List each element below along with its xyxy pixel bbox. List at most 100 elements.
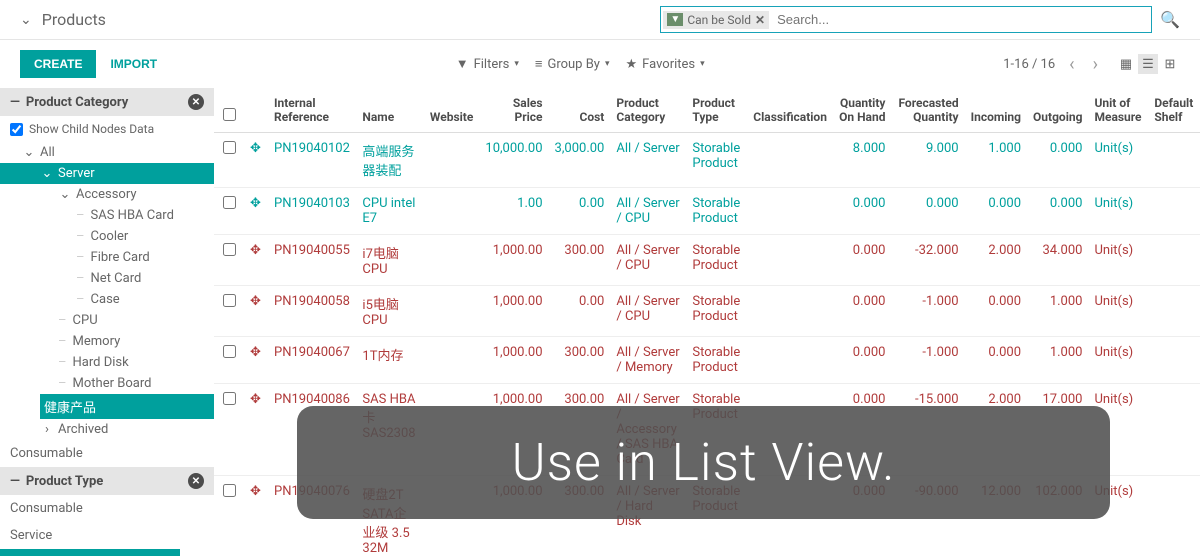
table-row[interactable]: ✥ PN19040058 i5电脑CPU 1,000.00 0.00 All /… — [214, 286, 1200, 337]
cell-category[interactable]: All / Server / CPU — [610, 286, 686, 337]
tree-cpu[interactable]: –CPU — [0, 310, 214, 331]
facet-category-header[interactable]: —Product Category ✕ — [0, 88, 214, 116]
cell-name[interactable]: CPU intel E7 — [356, 188, 423, 235]
table-row[interactable]: ✥ PN19040055 i7电脑CPU 1,000.00 300.00 All… — [214, 235, 1200, 286]
cell-name[interactable]: 1T内存 — [356, 337, 423, 384]
table-row[interactable]: ✥ PN19040067 1T内存 1,000.00 300.00 All / … — [214, 337, 1200, 384]
tree-hard-disk[interactable]: –Hard Disk — [0, 352, 214, 373]
show-child-input[interactable] — [10, 123, 23, 136]
cell-qty: 0.000 — [833, 235, 892, 286]
cell-shelf — [1148, 286, 1200, 337]
drag-icon[interactable]: ✥ — [244, 337, 268, 384]
col-sales-price[interactable]: Sales Price — [479, 88, 548, 133]
tree-case[interactable]: –Case — [0, 289, 214, 310]
kanban-view-icon[interactable]: ▦ — [1116, 54, 1136, 74]
tree-health[interactable]: 健康产品 — [40, 394, 214, 419]
col-website[interactable]: Website — [424, 88, 479, 133]
drag-icon[interactable]: ✥ — [244, 235, 268, 286]
cell-classification — [747, 235, 833, 286]
row-checkbox[interactable] — [223, 345, 236, 358]
select-all-checkbox[interactable] — [223, 108, 236, 121]
cell-forecast: -32.000 — [891, 235, 964, 286]
drag-icon[interactable]: ✥ — [244, 133, 268, 188]
cell-category[interactable]: All / Server / Memory — [610, 337, 686, 384]
col-uom[interactable]: Unit of Measure — [1088, 88, 1148, 133]
type-consumable[interactable]: Consumable — [0, 495, 214, 522]
overlay-banner: Use in List View. — [297, 406, 1110, 519]
drag-icon[interactable]: ✥ — [244, 384, 268, 476]
overlay-text: Use in List View. — [511, 432, 895, 493]
chip-label: Can be Sold — [687, 13, 751, 27]
import-button[interactable]: IMPORT — [110, 57, 157, 71]
cell-name[interactable]: 高端服务器装配 — [356, 133, 423, 188]
row-checkbox[interactable] — [223, 141, 236, 154]
cell-website — [424, 133, 479, 188]
sidebar-consumable[interactable]: Consumable — [0, 440, 214, 467]
facet-type-header[interactable]: —Product Type ✕ — [0, 467, 214, 495]
row-checkbox[interactable] — [223, 484, 236, 497]
col-forecast[interactable]: Forecasted Quantity — [891, 88, 964, 133]
cell-name[interactable]: i7电脑CPU — [356, 235, 423, 286]
page-prev-icon[interactable]: ‹ — [1065, 54, 1078, 75]
tree-net[interactable]: –Net Card — [0, 268, 214, 289]
close-icon[interactable]: ✕ — [188, 473, 204, 489]
col-incoming[interactable]: Incoming — [965, 88, 1027, 133]
cell-category[interactable]: All / Server / CPU — [610, 188, 686, 235]
drag-icon[interactable]: ✥ — [244, 476, 268, 556]
table-row[interactable]: ✥ PN19040103 CPU intel E7 1.00 0.00 All … — [214, 188, 1200, 235]
grid-view-icon[interactable]: ⊞ — [1160, 54, 1180, 74]
row-checkbox[interactable] — [223, 243, 236, 256]
search-icon[interactable]: 🔍 — [1160, 10, 1180, 29]
type-service[interactable]: Service — [0, 522, 214, 549]
cell-incoming: 1.000 — [965, 133, 1027, 188]
drag-icon[interactable]: ✥ — [244, 188, 268, 235]
col-type[interactable]: Product Type — [686, 88, 747, 133]
cell-ref[interactable]: PN19040102 — [268, 133, 356, 188]
groupby-dropdown[interactable]: ≡ Group By ▾ — [535, 56, 610, 72]
col-outgoing[interactable]: Outgoing — [1027, 88, 1088, 133]
collapse-icon[interactable]: ⌄ — [20, 12, 32, 28]
tree-memory[interactable]: –Memory — [0, 331, 214, 352]
chip-close-icon[interactable]: ✕ — [755, 13, 765, 27]
row-checkbox[interactable] — [223, 392, 236, 405]
cell-shelf — [1148, 133, 1200, 188]
cell-sales-price: 1,000.00 — [479, 337, 548, 384]
cell-ref[interactable]: PN19040058 — [268, 286, 356, 337]
cell-category[interactable]: All / Server / CPU — [610, 235, 686, 286]
cell-category[interactable]: All / Server — [610, 133, 686, 188]
show-child-checkbox[interactable]: Show Child Nodes Data — [0, 116, 214, 142]
tree-all[interactable]: ⌄All — [0, 142, 214, 163]
filters-dropdown[interactable]: ▼ Filters ▾ — [456, 56, 519, 72]
col-qty[interactable]: Quantity On Hand — [833, 88, 892, 133]
col-classification[interactable]: Classification — [747, 88, 833, 133]
tree-archived[interactable]: ›Archived — [0, 419, 214, 440]
list-view-icon[interactable]: ☰ — [1138, 54, 1158, 74]
col-ref[interactable]: Internal Reference — [268, 88, 356, 133]
tree-mother-board[interactable]: –Mother Board — [0, 373, 214, 394]
col-name[interactable]: Name — [356, 88, 423, 133]
row-checkbox[interactable] — [223, 196, 236, 209]
create-button[interactable]: CREATE — [20, 50, 96, 78]
row-checkbox[interactable] — [223, 294, 236, 307]
col-category[interactable]: Product Category — [610, 88, 686, 133]
cell-ref[interactable]: PN19040055 — [268, 235, 356, 286]
col-cost[interactable]: Cost — [549, 88, 611, 133]
col-shelf[interactable]: Default Shelf — [1148, 88, 1200, 133]
cell-ref[interactable]: PN19040103 — [268, 188, 356, 235]
tree-sas-hba[interactable]: –SAS HBA Card — [0, 205, 214, 226]
close-icon[interactable]: ✕ — [188, 94, 204, 110]
cell-ref[interactable]: PN19040067 — [268, 337, 356, 384]
table-row[interactable]: ✥ PN19040102 高端服务器装配 10,000.00 3,000.00 … — [214, 133, 1200, 188]
search-input[interactable] — [769, 9, 1149, 30]
tree-cooler[interactable]: –Cooler — [0, 226, 214, 247]
page-next-icon[interactable]: › — [1089, 54, 1102, 75]
search-chip[interactable]: ▼ Can be Sold ✕ — [663, 11, 769, 29]
tree-server[interactable]: ⌄Server — [0, 163, 214, 184]
tree-accessory[interactable]: ⌄Accessory — [0, 184, 214, 205]
tree-fibre[interactable]: –Fibre Card — [0, 247, 214, 268]
drag-icon[interactable]: ✥ — [244, 286, 268, 337]
favorites-dropdown[interactable]: ★ Favorites ▾ — [626, 57, 705, 72]
cell-name[interactable]: i5电脑CPU — [356, 286, 423, 337]
cell-incoming: 0.000 — [965, 337, 1027, 384]
cell-forecast: 0.000 — [891, 188, 964, 235]
